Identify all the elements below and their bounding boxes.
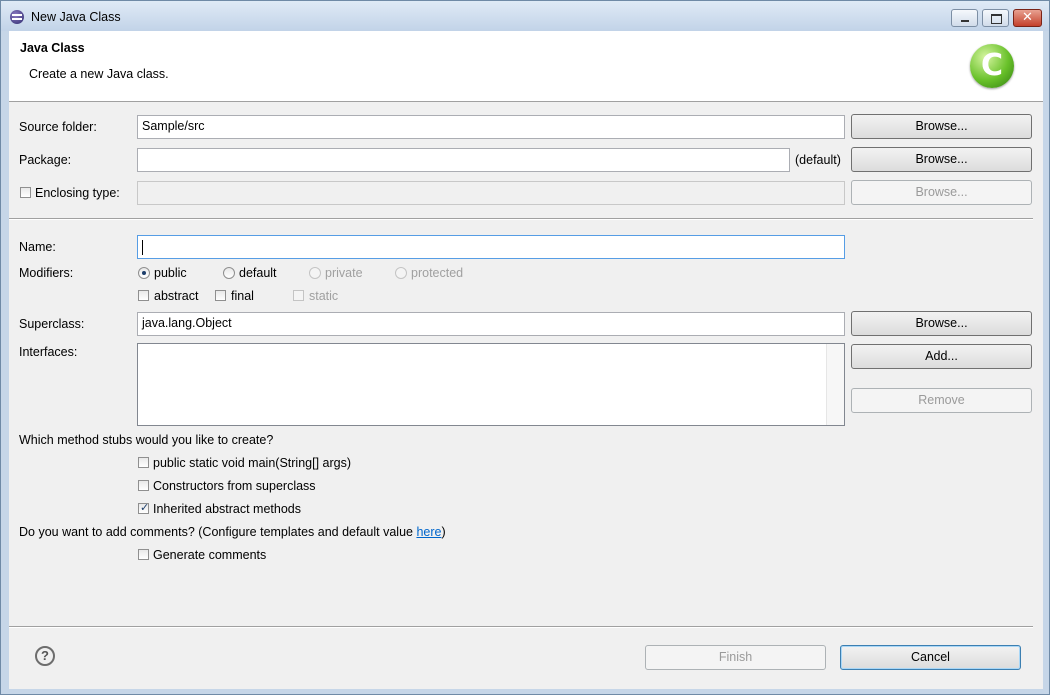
text-caret <box>142 240 143 255</box>
superclass-browse-button[interactable]: Browse... <box>851 311 1032 336</box>
footer-separator <box>9 626 1033 628</box>
static-label: static <box>309 289 339 303</box>
eclipse-icon <box>10 10 24 24</box>
class-icon-letter: C <box>980 48 1004 83</box>
help-icon[interactable]: ? <box>35 646 55 666</box>
dialog-body: Java Class Create a new Java class. C So… <box>9 31 1043 689</box>
separator <box>9 218 1033 220</box>
checkmark-icon: ✓ <box>140 502 150 514</box>
java-class-icon: C <box>970 44 1014 88</box>
title-bar[interactable]: New Java Class ✕ <box>1 1 1049 31</box>
enclosing-type-browse-button[interactable]: Browse... <box>851 180 1032 205</box>
final-checkbox[interactable] <box>215 290 226 301</box>
modifiers-label: Modifiers: <box>19 266 74 280</box>
wizard-description: Create a new Java class. <box>29 67 169 81</box>
package-browse-button[interactable]: Browse... <box>851 147 1032 172</box>
wizard-title: Java Class <box>20 41 85 55</box>
protected-radio[interactable] <box>395 267 407 279</box>
close-icon: ✕ <box>1022 9 1033 24</box>
main-method-label: public static void main(String[] args) <box>153 456 351 470</box>
enclosing-type-input[interactable] <box>137 181 845 205</box>
final-label: final <box>231 289 254 303</box>
superclass-label: Superclass: <box>19 317 85 331</box>
source-folder-input[interactable]: Sample/src <box>137 115 845 139</box>
main-method-checkbox[interactable] <box>138 457 149 468</box>
source-folder-label: Source folder: <box>19 120 97 134</box>
inherited-abstract-label: Inherited abstract methods <box>153 502 301 516</box>
default-label: default <box>239 266 277 280</box>
enclosing-type-label: Enclosing type: <box>35 186 120 200</box>
finish-button[interactable]: Finish <box>645 645 826 670</box>
public-label: public <box>154 266 187 280</box>
package-default-hint: (default) <box>795 153 841 167</box>
abstract-label: abstract <box>154 289 199 303</box>
radio-selected-dot <box>142 271 146 275</box>
add-interface-button[interactable]: Add... <box>851 344 1032 369</box>
interfaces-label: Interfaces: <box>19 345 78 359</box>
comments-question-text: Do you want to add comments? (Configure … <box>19 525 417 539</box>
minimize-icon <box>961 20 969 22</box>
interfaces-list-scrollbar[interactable] <box>826 344 844 425</box>
interfaces-list[interactable] <box>137 343 845 426</box>
source-folder-browse-button[interactable]: Browse... <box>851 114 1032 139</box>
default-radio[interactable] <box>223 267 235 279</box>
enclosing-type-checkbox[interactable] <box>20 187 31 198</box>
constructors-checkbox[interactable] <box>138 480 149 491</box>
generate-comments-label: Generate comments <box>153 548 267 562</box>
remove-interface-button[interactable]: Remove <box>851 388 1032 413</box>
cancel-button[interactable]: Cancel <box>840 645 1021 670</box>
comments-question-suffix: ) <box>441 525 446 539</box>
minimize-button[interactable] <box>951 9 978 27</box>
close-button[interactable]: ✕ <box>1013 9 1042 27</box>
name-label: Name: <box>19 240 56 254</box>
superclass-input[interactable]: java.lang.Object <box>137 312 845 336</box>
wizard-header: Java Class Create a new Java class. C <box>9 31 1043 102</box>
protected-label: protected <box>411 266 464 280</box>
package-input[interactable] <box>137 148 790 172</box>
constructors-label: Constructors from superclass <box>153 479 316 493</box>
private-radio[interactable] <box>309 267 321 279</box>
generate-comments-checkbox[interactable] <box>138 549 149 560</box>
static-checkbox[interactable] <box>293 290 304 301</box>
abstract-checkbox[interactable] <box>138 290 149 301</box>
method-stubs-question: Which method stubs would you like to cre… <box>19 433 274 447</box>
window-title: New Java Class <box>31 10 121 24</box>
maximize-icon <box>991 14 1002 24</box>
public-radio[interactable] <box>138 267 150 279</box>
name-input[interactable] <box>137 235 845 259</box>
maximize-button[interactable] <box>982 9 1009 27</box>
inherited-abstract-checkbox[interactable]: ✓ <box>138 502 150 514</box>
configure-templates-link[interactable]: here <box>416 525 441 539</box>
new-java-class-dialog: New Java Class ✕ Java Class Create a new… <box>0 0 1050 695</box>
private-label: private <box>325 266 363 280</box>
comments-question: Do you want to add comments? (Configure … <box>19 525 446 539</box>
package-label: Package: <box>19 153 72 167</box>
